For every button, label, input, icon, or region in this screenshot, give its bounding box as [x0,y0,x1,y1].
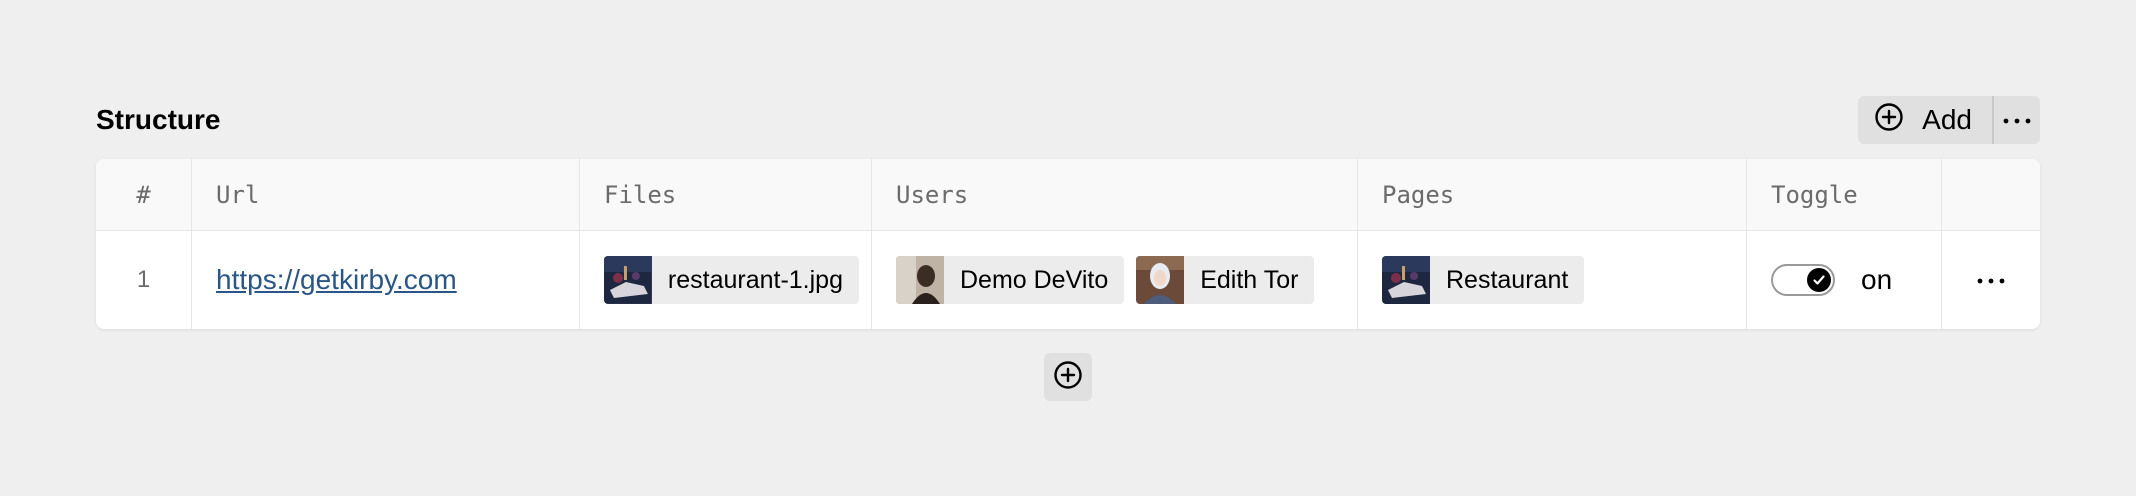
column-header-users: Users [872,159,1358,230]
user-avatar [1136,256,1185,304]
add-button-label: Add [1922,104,1972,135]
more-options-button[interactable] [1994,96,2040,144]
page-thumbnail [1382,256,1430,304]
row-options-button[interactable] [1967,260,2015,300]
file-chip[interactable]: restaurant-1.jpg [604,256,859,304]
user-avatar [896,256,944,304]
column-header-options [1942,159,2040,230]
column-header-index: # [96,159,192,230]
user-name: Demo DeVito [960,265,1109,294]
page-chip[interactable]: Restaurant [1382,256,1585,304]
row-index-cell: 1 [96,231,192,329]
toggle-cell: on [1747,231,1942,329]
add-row-button[interactable] [1044,353,1092,401]
column-header-files: Files [580,159,872,230]
table-header-row: # Url Files Users Pages Toggle [96,159,2040,231]
plus-circle-icon [1053,360,1083,395]
file-name: restaurant-1.jpg [667,265,843,294]
row-index: 1 [136,266,151,293]
structure-header: Structure Add [96,96,2040,144]
page-title: Restaurant [1446,265,1569,294]
add-button[interactable]: Add [1858,96,1992,144]
table-row[interactable]: 1 https://getkirby.com restaurant-1.jpg [96,231,2040,329]
plus-circle-icon [1874,102,1904,139]
dots-icon [1977,271,2005,289]
options-cell [1942,231,2040,329]
header-button-group: Add [1858,96,2040,144]
toggle-label: on [1861,264,1893,295]
user-name: Edith Tor [1200,265,1299,294]
url-link[interactable]: https://getkirby.com [216,264,457,296]
file-thumbnail [604,256,652,304]
toggle-field[interactable]: on [1771,264,1892,296]
section-title: Structure [96,104,221,135]
files-cell: restaurant-1.jpg [580,231,872,329]
structure-table: # Url Files Users Pages Toggle 1 https:/… [96,159,2040,329]
pages-cell: Restaurant [1358,231,1747,329]
dots-icon [2003,111,2031,129]
users-cell: Demo DeVito Edith Tor [872,231,1358,329]
toggle-switch[interactable] [1771,264,1835,296]
check-icon [1813,275,1825,285]
user-chip[interactable]: Demo DeVito [896,256,1125,304]
column-header-url: Url [192,159,580,230]
user-chip[interactable]: Edith Tor [1136,256,1315,304]
url-cell: https://getkirby.com [192,231,580,329]
toggle-knob [1807,268,1831,292]
column-header-pages: Pages [1358,159,1747,230]
column-header-toggle: Toggle [1747,159,1942,230]
